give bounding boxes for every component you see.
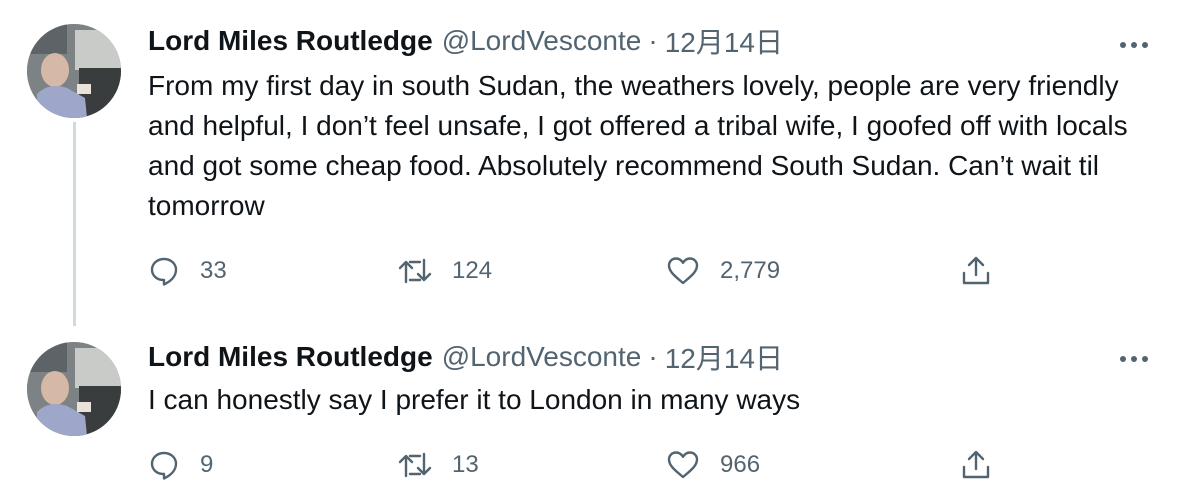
reply-button[interactable]: 9: [148, 445, 213, 485]
tweet-header: Lord Miles Routledge @LordVesconte · 12月…: [148, 337, 783, 377]
like-count: 966: [720, 451, 761, 478]
heart-icon: [667, 451, 699, 479]
retweet-icon: [398, 258, 432, 284]
separator-dot: ·: [648, 25, 658, 56]
more-horizontal-icon: [1120, 356, 1148, 362]
reply-icon: [150, 257, 178, 286]
tweet-text: I can honestly say I prefer it to London…: [148, 384, 801, 415]
tweet-actions: 9 13 966: [148, 445, 1048, 485]
reply-icon: [150, 451, 178, 480]
tweet[interactable]: Lord Miles Routledge @LordVesconte · 12月…: [0, 330, 1190, 502]
share-button[interactable]: [960, 445, 992, 485]
retweet-button[interactable]: 124: [398, 251, 492, 291]
retweet-count: 13: [452, 451, 479, 478]
avatar[interactable]: [27, 342, 121, 436]
tweet-actions: 33 124 2,779: [148, 251, 1048, 291]
avatar[interactable]: [27, 24, 121, 118]
like-button[interactable]: 966: [666, 445, 760, 485]
reply-count: 9: [200, 451, 214, 478]
more-horizontal-icon: [1120, 42, 1148, 48]
tweet-date[interactable]: 12月14日: [665, 337, 783, 377]
reply-count: 33: [200, 257, 227, 284]
tweet-thread: Lord Miles Routledge @LordVesconte · 12月…: [0, 0, 1190, 502]
like-button[interactable]: 2,779: [666, 251, 780, 291]
tweet-date[interactable]: 12月14日: [665, 21, 783, 61]
retweet-count: 124: [452, 257, 493, 284]
like-count: 2,779: [720, 257, 781, 284]
tweet-header: Lord Miles Routledge @LordVesconte · 12月…: [148, 21, 783, 61]
tweet-text: From my first day in south Sudan, the we…: [148, 70, 1128, 221]
share-icon: [962, 450, 990, 479]
retweet-icon: [398, 452, 432, 478]
heart-icon: [667, 257, 699, 285]
share-button[interactable]: [960, 251, 992, 291]
separator-dot: ·: [648, 341, 658, 372]
author-name[interactable]: Lord Miles Routledge: [148, 25, 433, 57]
share-icon: [962, 256, 990, 285]
reply-button[interactable]: 33: [148, 251, 227, 291]
tweet[interactable]: Lord Miles Routledge @LordVesconte · 12月…: [0, 0, 1190, 320]
more-options-button[interactable]: [1114, 30, 1154, 60]
author-handle[interactable]: @LordVesconte: [442, 25, 642, 57]
more-options-button[interactable]: [1114, 344, 1154, 374]
author-handle[interactable]: @LordVesconte: [442, 341, 642, 373]
author-name[interactable]: Lord Miles Routledge: [148, 341, 433, 373]
retweet-button[interactable]: 13: [398, 445, 479, 485]
